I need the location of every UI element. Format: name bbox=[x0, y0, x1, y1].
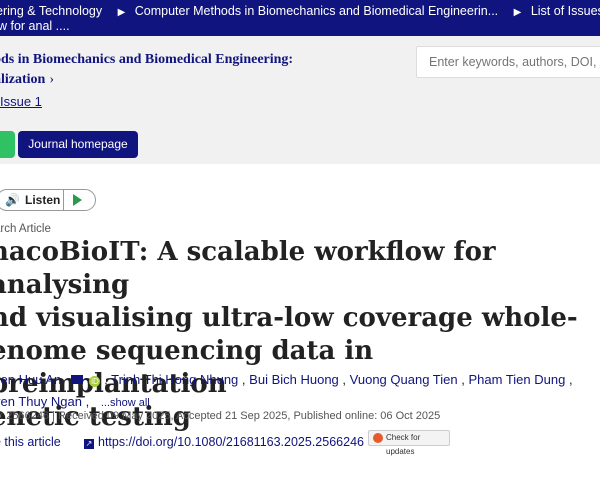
author-link[interactable]: yen Thuy Ngan bbox=[0, 394, 82, 409]
journal-homepage-button[interactable]: Journal homepage bbox=[18, 131, 138, 158]
speaker-icon: 🔊 bbox=[5, 193, 20, 207]
breadcrumb-separator-icon: ▶ bbox=[117, 7, 126, 18]
author-list: yen Huu An iD , Trinh Thi Hong Nhung , B… bbox=[0, 372, 573, 387]
breadcrumb-item-article[interactable]: w for anal .... bbox=[0, 19, 70, 33]
author-link[interactable]: Bui Bich Huong bbox=[249, 372, 339, 387]
show-all-authors-link[interactable]: ...show all bbox=[101, 397, 150, 409]
author-link[interactable]: yen Huu An bbox=[0, 372, 61, 387]
breadcrumb-item-issues[interactable]: List of Issues bbox=[531, 4, 600, 18]
journal-title[interactable]: ods in Biomechanics and Biomedical Engin… bbox=[0, 50, 293, 90]
breadcrumb-item-journal[interactable]: Computer Methods in Biomechanics and Bio… bbox=[135, 4, 498, 18]
submit-article-button[interactable] bbox=[0, 131, 15, 158]
journal-title-line2: alization bbox=[0, 72, 46, 87]
external-link-icon: ↗ bbox=[84, 439, 94, 449]
breadcrumb-bar: ering & Technology ▶ Computer Methods in… bbox=[0, 0, 600, 36]
doi-link[interactable]: ↗ https://doi.org/10.1080/21681163.2025.2… bbox=[84, 435, 364, 449]
article-type: arch Article bbox=[0, 223, 51, 235]
author-list-line2: yen Thuy Ngan , ...show all bbox=[0, 394, 150, 409]
listen-divider bbox=[63, 190, 64, 210]
author-link[interactable]: Vuong Quang Tien bbox=[350, 372, 458, 387]
cite-label: e this article bbox=[0, 435, 61, 449]
publication-meta: e: 2566246 | Received 09 May 2025, Accep… bbox=[0, 410, 441, 422]
breadcrumb: ering & Technology ▶ Computer Methods in… bbox=[0, 4, 600, 18]
check-for-updates-button[interactable]: Check for updates bbox=[368, 430, 450, 456]
author-link[interactable]: Pham Tien Dung bbox=[468, 372, 565, 387]
play-icon[interactable] bbox=[73, 194, 82, 206]
doi-text: https://doi.org/10.1080/21681163.2025.25… bbox=[98, 435, 364, 449]
comma: , bbox=[461, 372, 465, 387]
mail-icon[interactable] bbox=[70, 375, 83, 384]
author-link[interactable]: Trinh Thi Hong Nhung bbox=[111, 372, 238, 387]
comma: , bbox=[85, 394, 90, 409]
comma: , bbox=[241, 372, 246, 387]
chevron-right-icon: › bbox=[49, 72, 55, 87]
comma: , bbox=[104, 372, 108, 387]
cite-article-link[interactable]: e this article bbox=[0, 435, 61, 449]
journal-title-line1: ods in Biomechanics and Biomedical Engin… bbox=[0, 52, 294, 67]
listen-label: Listen bbox=[25, 193, 61, 207]
search-input[interactable] bbox=[416, 46, 600, 78]
orcid-icon[interactable]: iD bbox=[89, 376, 101, 387]
updates-label: Check for updates bbox=[386, 433, 421, 456]
issue-link[interactable]: Issue 1 bbox=[0, 94, 42, 109]
breadcrumb-separator-icon: ▶ bbox=[513, 7, 522, 18]
listen-control[interactable]: 🔊 Listen bbox=[0, 189, 96, 211]
comma: , bbox=[342, 372, 347, 387]
comma: , bbox=[568, 372, 573, 387]
crossmark-icon bbox=[373, 433, 383, 443]
breadcrumb-item-engineering[interactable]: ering & Technology bbox=[0, 4, 102, 18]
